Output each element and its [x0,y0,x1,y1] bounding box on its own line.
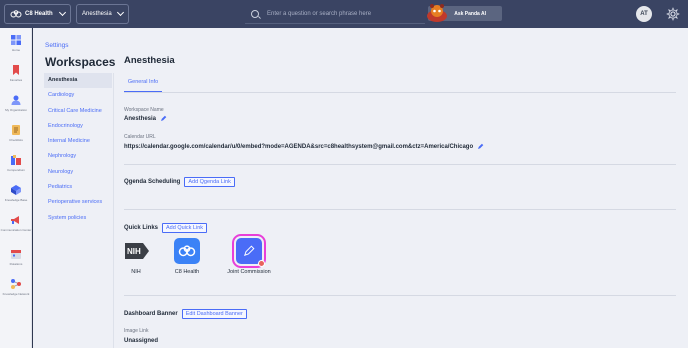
divider [113,73,114,348]
badge-icon [258,260,265,267]
rail-label-knowledge-network: Knowledge Network [2,292,30,296]
quick-link-label: Joint Commission [227,269,271,275]
section-divider [124,209,676,210]
workspace-item[interactable]: Nephrology [44,149,112,164]
breadcrumb[interactable]: Settings [45,42,69,49]
avatar-initials: AT [640,11,648,17]
rail-label-favorites: Favorites [9,78,23,82]
tab-divider [124,92,676,93]
quick-link-label: C8 Health [174,269,200,275]
workspace-name-value: Anesthesia [124,115,157,122]
workspace-item[interactable]: Pediatrics [44,180,112,195]
c8-logo-icon [10,10,22,18]
workspace-title: Anesthesia [124,55,175,66]
organization-select[interactable]: C8 Health [4,4,71,24]
svg-text:NIH: NIH [127,247,141,256]
rail-label-my-organization: My Organization [5,108,27,112]
workspace-item[interactable]: Perioperative services [44,195,112,210]
quick-link-nih[interactable]: NIH NIH [124,238,150,275]
chevron-down-icon [58,8,67,17]
ask-panda-button[interactable]: Ask Panda AI [427,4,502,22]
workspace-item[interactable]: Anesthesia [44,73,112,89]
calendar-icon [11,250,21,259]
home-icon [11,35,21,45]
rail-item-rotations[interactable]: Rotations [0,248,32,266]
qgenda-title: Qgenda Scheduling [124,179,181,185]
search-placeholder: Enter a question or search phrase here [267,10,372,17]
workspace-item[interactable]: Critical Care Medicine [44,104,112,119]
workspace-item[interactable]: Neurology [44,165,112,180]
edit-pencil-icon[interactable] [160,115,167,122]
workspace-select-value: Anesthesia [82,11,112,17]
chevron-down-icon [116,8,125,17]
workspace-list: Anesthesia Cardiology Critical Care Medi… [44,73,112,226]
calendar-url-field: https://calendar.google.com/calendar/u/0… [124,143,484,150]
image-link-value: Unassigned [124,338,159,344]
rail-item-communication-center[interactable]: Communication Center [0,214,32,232]
edit-dashboard-banner-button[interactable]: Edit Dashboard Banner [181,309,247,319]
rail-item-checklists[interactable]: Checklists [0,124,32,142]
rail-label-communication-center: Communication Center [0,228,32,232]
workspace-name-label: Workspace Name [124,107,164,113]
c8-logo-icon [174,238,200,264]
workspace-name-field: Anesthesia [124,115,167,122]
organization-icon [11,95,21,105]
checklist-icon [12,125,20,135]
image-link-label: Image Link [124,328,149,334]
rail-label-checklists: Checklists [9,138,23,142]
nih-logo-icon: NIH [124,238,150,264]
page-title: Workspaces [45,55,116,69]
rail-label-rotations: Rotations [9,262,23,266]
quick-links-title: Quick Links [124,225,159,231]
workspace-item[interactable]: System policies [44,211,112,226]
dashboard-banner-section: Dashboard Banner Edit Dashboard Banner [124,309,247,319]
tab-general-info[interactable]: General Info [124,76,162,92]
ask-panda-label: Ask Panda AI [454,10,486,17]
rail-item-favorites[interactable]: Favorites [0,64,32,82]
rail-item-home[interactable]: Home [0,34,32,52]
panda-icon [427,4,447,22]
add-qgenda-link-button[interactable]: Add Qgenda Link [184,177,235,187]
knowledge-base-icon [11,185,21,195]
rail-item-knowledge-network[interactable]: Knowledge Network [0,278,32,296]
search-input[interactable]: Enter a question or search phrase here [245,4,425,24]
quick-link-c8-health[interactable]: C8 Health [169,238,205,275]
quick-link-label: NIH [131,269,141,275]
compendium-icon [11,155,21,165]
workspace-item[interactable]: Endocrinology [44,119,112,134]
workspace-item[interactable]: Internal Medicine [44,134,112,149]
rail-label-compendium: Compendium [7,168,25,172]
rail-label-knowledge-base: Knowledge Base [4,198,28,202]
rail-label-home: Home [11,48,20,52]
search-icon [251,9,259,18]
pen-icon [232,234,266,268]
qgenda-section: Qgenda Scheduling Add Qgenda Link [124,177,235,187]
rail-item-compendium[interactable]: Compendium [0,154,32,172]
top-bar: C8 Health Anesthesia Enter a question or… [0,0,688,28]
quick-link-joint-commission[interactable]: Joint Commission [223,234,275,275]
workspace-select[interactable]: Anesthesia [76,4,129,24]
network-icon [11,279,21,289]
edit-pencil-icon[interactable] [477,143,484,150]
megaphone-icon [11,216,19,224]
organization-name: C8 Health [25,11,53,17]
dashboard-banner-title: Dashboard Banner [124,311,178,317]
workspace-details: Anesthesia General Info Workspace Name A… [124,28,688,348]
workspace-item[interactable]: Cardiology [44,88,112,103]
bookmark-icon [13,65,19,75]
left-navigation-rail: Home Favorites My Organization Checklist… [0,28,32,348]
settings-content: Settings Workspaces Anesthesia Cardiolog… [33,28,688,348]
add-quick-link-button[interactable]: Add Quick Link [162,223,208,233]
avatar[interactable]: AT [636,6,652,22]
calendar-url-value: https://calendar.google.com/calendar/u/0… [124,143,474,150]
quick-links-section: Quick Links Add Quick Link [124,223,208,233]
rail-item-my-organization[interactable]: My Organization [0,94,32,112]
section-divider [124,295,676,296]
section-divider [124,164,676,165]
gear-icon[interactable] [666,7,680,21]
calendar-url-label: Calendar URL [124,134,156,140]
rail-item-knowledge-base[interactable]: Knowledge Base [0,184,32,202]
